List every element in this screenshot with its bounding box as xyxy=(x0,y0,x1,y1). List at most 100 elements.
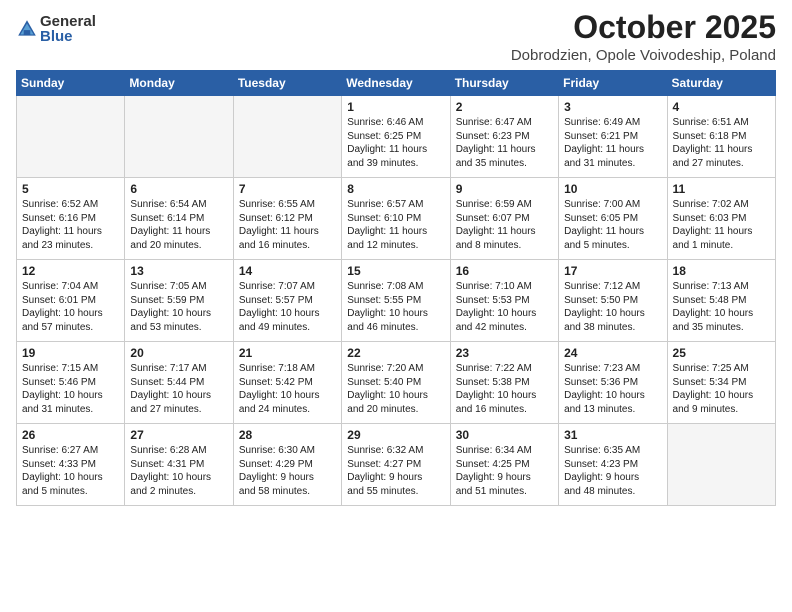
day-cell: 10 Sunrise: 7:00 AM Sunset: 6:05 PM Dayli… xyxy=(559,178,667,260)
day-number: 31 xyxy=(564,428,661,442)
day-number: 27 xyxy=(130,428,227,442)
day-detail: Sunrise: 7:22 AM Sunset: 5:38 PM Dayligh… xyxy=(456,362,553,416)
day-cell: 4 Sunrise: 6:51 AM Sunset: 6:18 PM Daylig… xyxy=(667,96,775,178)
month-title: October 2025 xyxy=(511,10,776,45)
day-cell: 25 Sunrise: 7:25 AM Sunset: 5:34 PM Dayli… xyxy=(667,342,775,424)
day-detail: Sunrise: 6:28 AM Sunset: 4:31 PM Dayligh… xyxy=(130,444,227,498)
day-detail: Sunrise: 6:30 AM Sunset: 4:29 PM Dayligh… xyxy=(239,444,336,498)
day-number: 5 xyxy=(22,182,119,196)
day-number: 9 xyxy=(456,182,553,196)
day-cell: 2 Sunrise: 6:47 AM Sunset: 6:23 PM Daylig… xyxy=(450,96,558,178)
day-detail: Sunrise: 7:00 AM Sunset: 6:05 PM Dayligh… xyxy=(564,198,661,252)
logo-blue-text: Blue xyxy=(40,29,96,44)
logo-icon xyxy=(16,18,38,40)
week-row-0: 1 Sunrise: 6:46 AM Sunset: 6:25 PM Daylig… xyxy=(17,96,776,178)
day-cell xyxy=(233,96,341,178)
day-detail: Sunrise: 7:13 AM Sunset: 5:48 PM Dayligh… xyxy=(673,280,770,334)
day-number: 30 xyxy=(456,428,553,442)
day-cell: 23Sunrise: 7:22 AM Sunset: 5:38 PM Dayli… xyxy=(450,342,558,424)
day-number: 18 xyxy=(673,264,770,278)
day-detail: Sunrise: 6:47 AM Sunset: 6:23 PM Dayligh… xyxy=(456,116,553,170)
day-detail: Sunrise: 6:35 AM Sunset: 4:23 PM Dayligh… xyxy=(564,444,661,498)
day-number: 16 xyxy=(456,264,553,278)
day-cell: 26 Sunrise: 6:27 AM Sunset: 4:33 PM Dayli… xyxy=(17,424,125,506)
day-number: 29 xyxy=(347,428,444,442)
day-cell xyxy=(667,424,775,506)
day-detail: Sunrise: 7:05 AM Sunset: 5:59 PM Dayligh… xyxy=(130,280,227,334)
day-cell: 19 Sunrise: 7:15 AM Sunset: 5:46 PM Dayli… xyxy=(17,342,125,424)
day-cell: 12 Sunrise: 7:04 AM Sunset: 6:01 PM Dayli… xyxy=(17,260,125,342)
day-detail: Sunrise: 7:08 AM Sunset: 5:55 PM Dayligh… xyxy=(347,280,444,334)
day-cell: 24Sunrise: 7:23 AM Sunset: 5:36 PM Dayli… xyxy=(559,342,667,424)
day-number: 11 xyxy=(673,182,770,196)
day-number: 26 xyxy=(22,428,119,442)
day-cell: 29 Sunrise: 6:32 AM Sunset: 4:27 PM Dayli… xyxy=(342,424,450,506)
day-detail: Sunrise: 6:52 AM Sunset: 6:16 PM Dayligh… xyxy=(22,198,119,252)
day-cell: 15 Sunrise: 7:08 AM Sunset: 5:55 PM Dayli… xyxy=(342,260,450,342)
day-detail: Sunrise: 6:51 AM Sunset: 6:18 PM Dayligh… xyxy=(673,116,770,170)
day-number: 10 xyxy=(564,182,661,196)
day-detail: Sunrise: 7:18 AM Sunset: 5:42 PM Dayligh… xyxy=(239,362,336,416)
calendar-table: Sunday Monday Tuesday Wednesday Thursday… xyxy=(16,70,776,506)
logo: General Blue xyxy=(16,14,96,44)
day-number: 20 xyxy=(130,346,227,360)
col-monday: Monday xyxy=(125,71,233,96)
day-detail: Sunrise: 7:10 AM Sunset: 5:53 PM Dayligh… xyxy=(456,280,553,334)
col-thursday: Thursday xyxy=(450,71,558,96)
day-detail: Sunrise: 7:02 AM Sunset: 6:03 PM Dayligh… xyxy=(673,198,770,252)
day-number: 19 xyxy=(22,346,119,360)
day-detail: Sunrise: 7:15 AM Sunset: 5:46 PM Dayligh… xyxy=(22,362,119,416)
day-number: 8 xyxy=(347,182,444,196)
col-tuesday: Tuesday xyxy=(233,71,341,96)
day-number: 15 xyxy=(347,264,444,278)
header-area: General Blue October 2025 Dobrodzien, Op… xyxy=(16,10,776,64)
day-detail: Sunrise: 6:32 AM Sunset: 4:27 PM Dayligh… xyxy=(347,444,444,498)
day-number: 21 xyxy=(239,346,336,360)
logo-general-text: General xyxy=(40,14,96,29)
day-number: 25 xyxy=(673,346,770,360)
day-detail: Sunrise: 7:07 AM Sunset: 5:57 PM Dayligh… xyxy=(239,280,336,334)
day-cell: 31 Sunrise: 6:35 AM Sunset: 4:23 PM Dayli… xyxy=(559,424,667,506)
day-cell: 22Sunrise: 7:20 AM Sunset: 5:40 PM Dayli… xyxy=(342,342,450,424)
day-detail: Sunrise: 6:27 AM Sunset: 4:33 PM Dayligh… xyxy=(22,444,119,498)
header-row: Sunday Monday Tuesday Wednesday Thursday… xyxy=(17,71,776,96)
day-cell: 21 Sunrise: 7:18 AM Sunset: 5:42 PM Dayli… xyxy=(233,342,341,424)
day-detail: Sunrise: 6:59 AM Sunset: 6:07 PM Dayligh… xyxy=(456,198,553,252)
day-cell: 27 Sunrise: 6:28 AM Sunset: 4:31 PM Dayli… xyxy=(125,424,233,506)
day-number: 2 xyxy=(456,100,553,114)
day-cell: 14Sunrise: 7:07 AM Sunset: 5:57 PM Dayli… xyxy=(233,260,341,342)
day-number: 12 xyxy=(22,264,119,278)
col-saturday: Saturday xyxy=(667,71,775,96)
day-number: 7 xyxy=(239,182,336,196)
day-cell: 18 Sunrise: 7:13 AM Sunset: 5:48 PM Dayli… xyxy=(667,260,775,342)
day-cell: 30Sunrise: 6:34 AM Sunset: 4:25 PM Dayli… xyxy=(450,424,558,506)
day-detail: Sunrise: 6:55 AM Sunset: 6:12 PM Dayligh… xyxy=(239,198,336,252)
day-detail: Sunrise: 6:57 AM Sunset: 6:10 PM Dayligh… xyxy=(347,198,444,252)
day-cell: 17Sunrise: 7:12 AM Sunset: 5:50 PM Dayli… xyxy=(559,260,667,342)
location-title: Dobrodzien, Opole Voivodeship, Poland xyxy=(511,47,776,64)
day-detail: Sunrise: 7:25 AM Sunset: 5:34 PM Dayligh… xyxy=(673,362,770,416)
day-cell: 8 Sunrise: 6:57 AM Sunset: 6:10 PM Daylig… xyxy=(342,178,450,260)
week-row-4: 26 Sunrise: 6:27 AM Sunset: 4:33 PM Dayli… xyxy=(17,424,776,506)
week-row-1: 5 Sunrise: 6:52 AM Sunset: 6:16 PM Daylig… xyxy=(17,178,776,260)
day-cell: 6Sunrise: 6:54 AM Sunset: 6:14 PM Daylig… xyxy=(125,178,233,260)
day-number: 28 xyxy=(239,428,336,442)
day-cell xyxy=(125,96,233,178)
col-friday: Friday xyxy=(559,71,667,96)
day-cell: 13Sunrise: 7:05 AM Sunset: 5:59 PM Dayli… xyxy=(125,260,233,342)
day-detail: Sunrise: 7:04 AM Sunset: 6:01 PM Dayligh… xyxy=(22,280,119,334)
day-detail: Sunrise: 7:17 AM Sunset: 5:44 PM Dayligh… xyxy=(130,362,227,416)
day-cell: 11 Sunrise: 7:02 AM Sunset: 6:03 PM Dayli… xyxy=(667,178,775,260)
day-cell: 20 Sunrise: 7:17 AM Sunset: 5:44 PM Dayli… xyxy=(125,342,233,424)
week-row-3: 19 Sunrise: 7:15 AM Sunset: 5:46 PM Dayli… xyxy=(17,342,776,424)
day-number: 1 xyxy=(347,100,444,114)
day-number: 3 xyxy=(564,100,661,114)
day-detail: Sunrise: 6:46 AM Sunset: 6:25 PM Dayligh… xyxy=(347,116,444,170)
day-number: 24 xyxy=(564,346,661,360)
day-detail: Sunrise: 6:49 AM Sunset: 6:21 PM Dayligh… xyxy=(564,116,661,170)
day-cell: 1 Sunrise: 6:46 AM Sunset: 6:25 PM Daylig… xyxy=(342,96,450,178)
day-cell: 28 Sunrise: 6:30 AM Sunset: 4:29 PM Dayli… xyxy=(233,424,341,506)
day-detail: Sunrise: 6:54 AM Sunset: 6:14 PM Dayligh… xyxy=(130,198,227,252)
day-number: 4 xyxy=(673,100,770,114)
page: General Blue October 2025 Dobrodzien, Op… xyxy=(0,0,792,612)
